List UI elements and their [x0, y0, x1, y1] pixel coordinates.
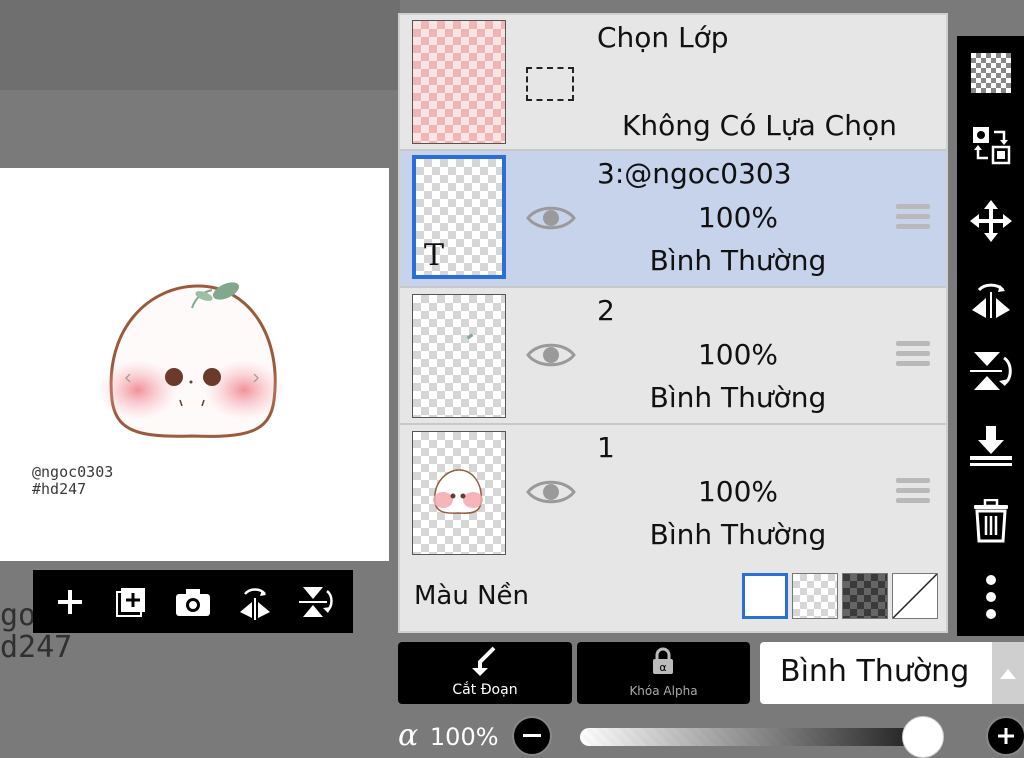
- layer-row[interactable]: 2 100% Bình Thường: [400, 288, 946, 425]
- drag-handle-icon[interactable]: [896, 204, 930, 234]
- signature-line-1: @ngoc0303: [32, 463, 114, 481]
- flip-vertical-icon[interactable]: [970, 350, 1012, 392]
- clip-arrow-icon: [472, 646, 496, 676]
- ghost-line-2: d247: [0, 630, 73, 665]
- layer-row[interactable]: 1 100% Bình Thường: [400, 425, 946, 563]
- more-icon[interactable]: [970, 574, 1012, 620]
- top-strip: [0, 0, 400, 90]
- layer-opacity: 100%: [697, 201, 779, 234]
- layer-name: 1: [597, 431, 615, 464]
- canvas-toolbar: [33, 570, 353, 633]
- flip-horizontal-icon[interactable]: [233, 580, 277, 624]
- move-icon[interactable]: [970, 200, 1012, 242]
- right-toolbar: [957, 36, 1024, 636]
- flip-horizontal-icon[interactable]: [970, 276, 1012, 318]
- bg-white-swatch[interactable]: [742, 573, 788, 619]
- blend-mode-value: Bình Thường: [780, 654, 970, 689]
- layer-panel: Chọn Lớp Không Có Lựa Chọn T 3:@ngoc0303…: [398, 13, 948, 633]
- drawing-canvas[interactable]: @ngoc0303 #hd247: [0, 168, 389, 561]
- layer-name: 3:@ngoc0303: [597, 157, 792, 190]
- alpha-lock-button[interactable]: α Khóa Alpha: [577, 642, 750, 704]
- selection-layer-row[interactable]: Chọn Lớp Không Có Lựa Chọn: [400, 15, 946, 151]
- layer-opacity: 100%: [697, 475, 779, 508]
- bg-dark-checker-swatch[interactable]: [842, 573, 888, 619]
- background-color-label: Màu Nền: [414, 581, 530, 611]
- layer-blend-mode: Bình Thường: [649, 244, 827, 277]
- layer-opacity: 100%: [697, 338, 779, 371]
- selection-status: Không Có Lựa Chọn: [622, 109, 897, 142]
- layer-blend-mode: Bình Thường: [649, 381, 827, 414]
- clipping-button[interactable]: Cắt Đoạn: [398, 642, 572, 704]
- transparency-icon[interactable]: [970, 52, 1012, 94]
- lock-icon: α: [653, 647, 673, 674]
- merge-down-icon[interactable]: [970, 424, 1012, 466]
- selection-marquee-icon: [526, 67, 574, 101]
- bg-none-swatch[interactable]: [892, 573, 938, 619]
- blend-mode-select[interactable]: Bình Thường: [760, 642, 994, 704]
- opacity-decrease-button[interactable]: [512, 716, 552, 756]
- bg-transparent-swatch[interactable]: [792, 573, 838, 619]
- opacity-label: α 100%: [398, 718, 499, 753]
- mochi-illustration: [98, 282, 284, 438]
- duplicate-layer-icon[interactable]: [109, 580, 153, 624]
- opacity-value: 100%: [429, 723, 499, 751]
- selection-title: Chọn Lớp: [597, 21, 729, 54]
- clipping-label: Cắt Đoạn: [452, 682, 518, 698]
- flip-vertical-icon[interactable]: [294, 580, 338, 624]
- layer-blend-mode: Bình Thường: [649, 518, 827, 551]
- drag-handle-icon[interactable]: [896, 478, 930, 508]
- selection-thumbnail: [412, 20, 506, 144]
- add-layer-icon[interactable]: [48, 580, 92, 624]
- layer-name: 2: [597, 294, 615, 327]
- background-color-row: Màu Nền: [400, 563, 946, 631]
- blend-mode-dropdown-arrow[interactable]: [992, 642, 1024, 704]
- opacity-slider-row: α 100%: [398, 712, 1024, 758]
- caret-up-icon: [1000, 669, 1016, 679]
- opacity-slider-track[interactable]: [580, 728, 940, 746]
- alpha-symbol: α: [398, 718, 419, 753]
- signature-line-2: #hd247: [32, 480, 87, 498]
- swap-layer-icon[interactable]: [970, 124, 1012, 166]
- none-slash-icon: [892, 573, 938, 619]
- opacity-increase-button[interactable]: [986, 716, 1024, 756]
- opacity-slider-thumb[interactable]: [902, 716, 944, 758]
- camera-icon[interactable]: [171, 580, 215, 624]
- svg-text:α: α: [659, 661, 666, 674]
- drag-handle-icon[interactable]: [896, 341, 930, 371]
- canvas-signature: @ngoc0303 #hd247: [32, 464, 113, 498]
- layer-row[interactable]: T 3:@ngoc0303 100% Bình Thường: [400, 151, 946, 288]
- trash-icon[interactable]: [970, 499, 1012, 543]
- alpha-lock-label: Khóa Alpha: [629, 684, 698, 698]
